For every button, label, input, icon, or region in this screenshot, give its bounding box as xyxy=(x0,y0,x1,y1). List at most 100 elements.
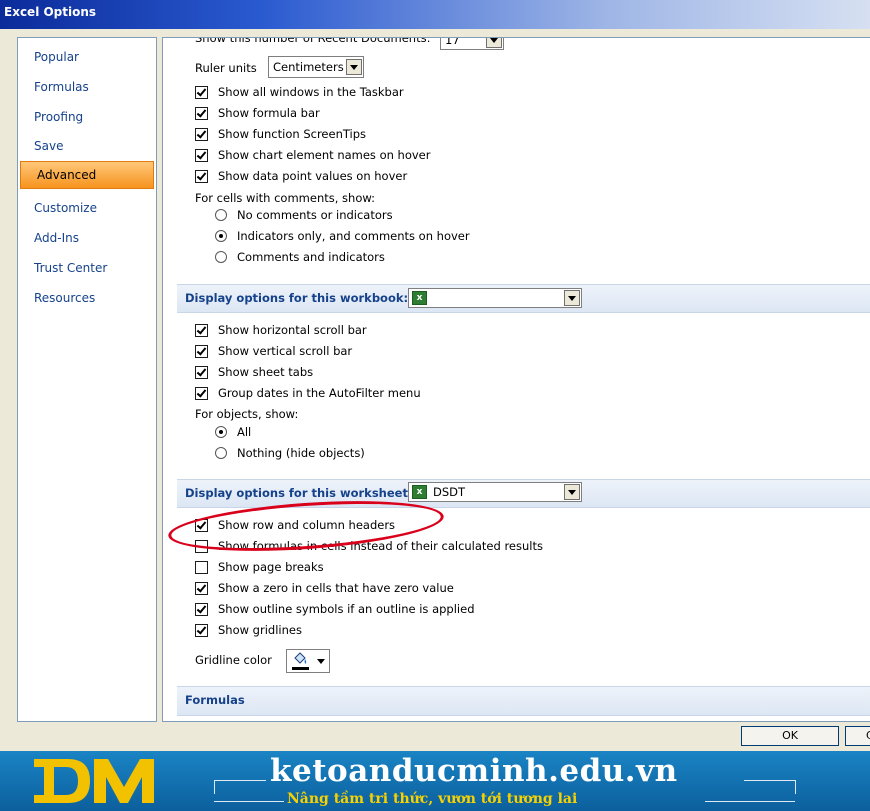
paint-bucket-icon xyxy=(294,652,307,664)
workbook-select[interactable]: x xyxy=(408,288,582,308)
sidebar-item-formulas[interactable]: Formulas xyxy=(18,73,156,101)
radio-objects-all[interactable]: All xyxy=(215,423,251,441)
radio-icon[interactable] xyxy=(215,426,227,438)
radio-label: Comments and indicators xyxy=(237,250,385,264)
sidebar-item-proofing[interactable]: Proofing xyxy=(18,103,156,131)
chevron-down-icon[interactable] xyxy=(564,290,580,306)
sidebar-item-popular[interactable]: Popular xyxy=(18,43,156,71)
recent-docs-value: 17 xyxy=(445,37,460,47)
site-tagline: Nâng tầm tri thức, vươn tới tương lai xyxy=(287,791,578,807)
radio-label: No comments or indicators xyxy=(237,208,393,222)
comments-label: For cells with comments, show: xyxy=(195,191,376,205)
checkbox-sheet-tabs[interactable]: Show sheet tabs xyxy=(195,363,313,381)
title-bar: Excel Options xyxy=(0,0,870,29)
radio-icon[interactable] xyxy=(215,209,227,221)
chevron-down-icon[interactable] xyxy=(346,59,362,75)
worksheet-select[interactable]: x DSDT xyxy=(408,482,582,502)
section-title: Display options for this workbook: xyxy=(185,291,409,305)
checkbox-icon[interactable] xyxy=(195,386,208,400)
recent-docs-label: Show this number of Recent Documents: xyxy=(195,37,431,45)
checkbox-chart-element-names[interactable]: Show chart element names on hover xyxy=(195,146,431,164)
checkbox-show-screentips[interactable]: Show function ScreenTips xyxy=(195,125,366,143)
checkbox-vertical-scroll[interactable]: Show vertical scroll bar xyxy=(195,342,352,360)
sidebar-item-save[interactable]: Save xyxy=(18,132,156,160)
checkbox-horizontal-scroll[interactable]: Show horizontal scroll bar xyxy=(195,321,367,339)
radio-comments-and-indicators[interactable]: Comments and indicators xyxy=(215,248,385,266)
excel-workbook-icon: x xyxy=(412,291,427,305)
checkbox-icon[interactable] xyxy=(195,323,208,337)
excel-sheet-icon: x xyxy=(412,485,427,499)
checkbox-row-column-headers[interactable]: Show row and column headers xyxy=(195,516,395,534)
banner-line xyxy=(214,780,266,781)
sidebar-item-add-ins[interactable]: Add-Ins xyxy=(18,224,156,252)
ruler-units-label: Ruler units xyxy=(195,61,257,75)
checkbox-icon[interactable] xyxy=(195,127,208,141)
advanced-options-panel[interactable]: Show this number of Recent Documents: 17… xyxy=(162,37,870,722)
sidebar-item-customize[interactable]: Customize xyxy=(18,194,156,222)
checkbox-show-all-windows[interactable]: Show all windows in the Taskbar xyxy=(195,83,404,101)
checkbox-icon[interactable] xyxy=(195,602,208,616)
ruler-units-select[interactable]: Centimeters xyxy=(268,56,364,78)
checkbox-label: Show formulas in cells instead of their … xyxy=(218,539,543,553)
gridline-color-button[interactable] xyxy=(286,649,330,673)
cancel-button[interactable]: Cancel xyxy=(845,726,870,746)
site-banner: ketoanducminh.edu.vn Nâng tầm tri thức, … xyxy=(0,751,870,811)
checkbox-label: Show sheet tabs xyxy=(218,365,314,379)
chevron-down-icon[interactable] xyxy=(564,484,580,500)
checkbox-data-point-values[interactable]: Show data point values on hover xyxy=(195,167,407,185)
checkbox-label: Group dates in the AutoFilter menu xyxy=(218,386,421,400)
ducminh-logo-icon xyxy=(34,759,154,803)
gridline-color-label: Gridline color xyxy=(195,653,272,667)
checkbox-gridlines[interactable]: Show gridlines xyxy=(195,621,302,639)
sidebar-item-resources[interactable]: Resources xyxy=(18,284,156,312)
checkbox-group-dates[interactable]: Group dates in the AutoFilter menu xyxy=(195,384,421,402)
checkbox-show-zero[interactable]: Show a zero in cells that have zero valu… xyxy=(195,579,454,597)
banner-line xyxy=(705,801,795,802)
checkbox-icon[interactable] xyxy=(195,169,208,183)
radio-icon[interactable] xyxy=(215,230,227,242)
recent-docs-spinner[interactable]: 17 xyxy=(440,37,504,50)
checkbox-icon[interactable] xyxy=(195,85,208,99)
checkbox-icon[interactable] xyxy=(195,344,208,358)
sidebar: Popular Formulas Proofing Save Advanced … xyxy=(17,37,157,722)
section-title: Formulas xyxy=(185,693,245,707)
checkbox-label: Show page breaks xyxy=(218,560,324,574)
banner-line xyxy=(214,780,215,794)
section-title: Display options for this worksheet: xyxy=(185,486,413,500)
site-name: ketoanducminh.edu.vn xyxy=(270,753,678,789)
checkbox-label: Show data point values on hover xyxy=(218,169,408,183)
worksheet-value: DSDT xyxy=(433,485,466,499)
checkbox-outline-symbols[interactable]: Show outline symbols if an outline is ap… xyxy=(195,600,475,618)
checkbox-icon[interactable] xyxy=(195,539,208,553)
sidebar-item-trust-center[interactable]: Trust Center xyxy=(18,254,156,282)
options-dialog: Popular Formulas Proofing Save Advanced … xyxy=(0,29,870,751)
checkbox-icon[interactable] xyxy=(195,518,208,532)
checkbox-label: Show a zero in cells that have zero valu… xyxy=(218,581,454,595)
checkbox-show-formula-bar[interactable]: Show formula bar xyxy=(195,104,320,122)
checkbox-icon[interactable] xyxy=(195,106,208,120)
radio-no-comments[interactable]: No comments or indicators xyxy=(215,206,393,224)
checkbox-label: Show outline symbols if an outline is ap… xyxy=(218,602,475,616)
spinner-down-icon[interactable] xyxy=(486,38,502,48)
checkbox-page-breaks[interactable]: Show page breaks xyxy=(195,558,324,576)
radio-icon[interactable] xyxy=(215,251,227,263)
radio-indicators-only[interactable]: Indicators only, and comments on hover xyxy=(215,227,470,245)
checkbox-label: Show formula bar xyxy=(218,106,320,120)
checkbox-icon[interactable] xyxy=(195,581,208,595)
checkbox-icon[interactable] xyxy=(195,148,208,162)
banner-line xyxy=(214,801,284,802)
window-title: Excel Options xyxy=(4,5,97,19)
radio-icon[interactable] xyxy=(215,447,227,459)
checkbox-icon[interactable] xyxy=(195,623,208,637)
sidebar-item-advanced[interactable]: Advanced xyxy=(20,161,154,189)
formulas-section-header: Formulas xyxy=(177,686,870,716)
radio-label: Indicators only, and comments on hover xyxy=(237,229,470,243)
checkbox-label: Show all windows in the Taskbar xyxy=(218,85,404,99)
checkbox-icon[interactable] xyxy=(195,365,208,379)
checkbox-label: Show vertical scroll bar xyxy=(218,344,353,358)
checkbox-show-formulas[interactable]: Show formulas in cells instead of their … xyxy=(195,537,543,555)
radio-objects-nothing[interactable]: Nothing (hide objects) xyxy=(215,444,365,462)
checkbox-icon[interactable] xyxy=(195,560,208,574)
color-swatch xyxy=(292,667,309,670)
ok-button[interactable]: OK xyxy=(741,726,839,746)
